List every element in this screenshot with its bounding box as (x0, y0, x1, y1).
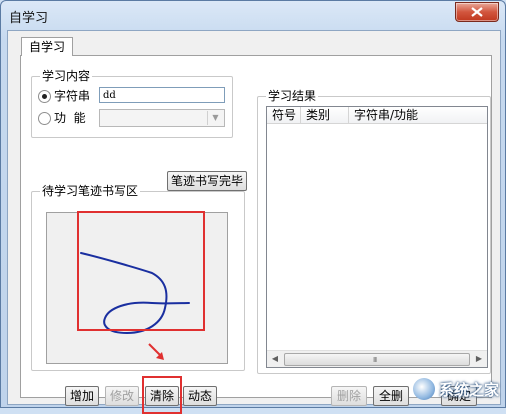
results-group: 学习结果 符号 类别 字符串/功能 ◀ III ▶ (257, 89, 491, 374)
results-list-header: 符号 类别 字符串/功能 (267, 107, 487, 124)
tab-label: 自学习 (29, 40, 66, 54)
column-header-category[interactable]: 类别 (301, 107, 349, 123)
tab-panel: 学习内容 字符串 dd 功 能 ▼ 待学习笔迹书写区 笔迹书写完毕 增加 修改 … (20, 55, 492, 414)
clear-button[interactable]: 清除 (145, 386, 179, 406)
results-list[interactable]: 符号 类别 字符串/功能 ◀ III ▶ (266, 106, 488, 368)
handwriting-strokes (80, 252, 190, 335)
scroll-left-icon[interactable]: ◀ (267, 351, 283, 367)
string-input[interactable]: dd (99, 87, 225, 103)
radio-function-label[interactable]: 功 能 (54, 111, 86, 125)
chevron-down-icon[interactable]: ▼ (207, 111, 223, 125)
window-title: 自学习 (9, 11, 49, 26)
radio-string[interactable] (38, 90, 51, 103)
handwriting-group: 待学习笔迹书写区 (31, 184, 245, 371)
watermark: 系统之家 (412, 377, 499, 401)
scroll-right-icon[interactable]: ▶ (471, 351, 487, 367)
delete-button[interactable]: 删除 (331, 386, 367, 406)
learn-content-group: 学习内容 字符串 dd 功 能 ▼ (31, 69, 233, 138)
red-arrow-icon (148, 343, 164, 360)
column-header-string-function[interactable]: 字符串/功能 (349, 107, 487, 123)
string-input-value: dd (103, 90, 116, 101)
dialog-client: 自学习 学习内容 字符串 dd 功 能 ▼ 待学习笔迹书写区 笔迹书写完毕 增加… (7, 30, 501, 414)
grip-icon: III (373, 356, 377, 364)
scroll-thumb[interactable]: III (284, 353, 470, 366)
app-window: 自学习 自学习 学习内容 字符串 dd 功 能 ▼ 待学习笔迹书写区 笔迹书写完… (0, 0, 506, 414)
add-button[interactable]: 增加 (65, 386, 99, 406)
close-button[interactable] (455, 2, 499, 22)
watermark-text: 系统之家 (438, 380, 499, 399)
learn-content-title: 学习内容 (40, 69, 93, 83)
radio-function[interactable] (38, 112, 51, 125)
title-bar[interactable]: 自学习 (1, 1, 505, 31)
tab-self-learning[interactable]: 自学习 (21, 37, 74, 56)
radio-string-label[interactable]: 字符串 (54, 89, 90, 103)
column-header-symbol[interactable]: 符号 (267, 107, 301, 123)
modify-button[interactable]: 修改 (105, 386, 139, 406)
results-title: 学习结果 (266, 89, 319, 103)
function-select[interactable]: ▼ (99, 109, 225, 127)
handwriting-done-button[interactable]: 笔迹书写完毕 (167, 171, 247, 191)
handwriting-title: 待学习笔迹书写区 (40, 184, 141, 198)
handwriting-canvas[interactable] (46, 212, 228, 364)
close-icon (471, 7, 483, 17)
dynamic-button[interactable]: 动态 (183, 386, 217, 406)
horizontal-scrollbar[interactable]: ◀ III ▶ (267, 350, 487, 367)
watermark-logo-icon (412, 378, 435, 400)
delete-all-button[interactable]: 全删 (373, 386, 409, 406)
